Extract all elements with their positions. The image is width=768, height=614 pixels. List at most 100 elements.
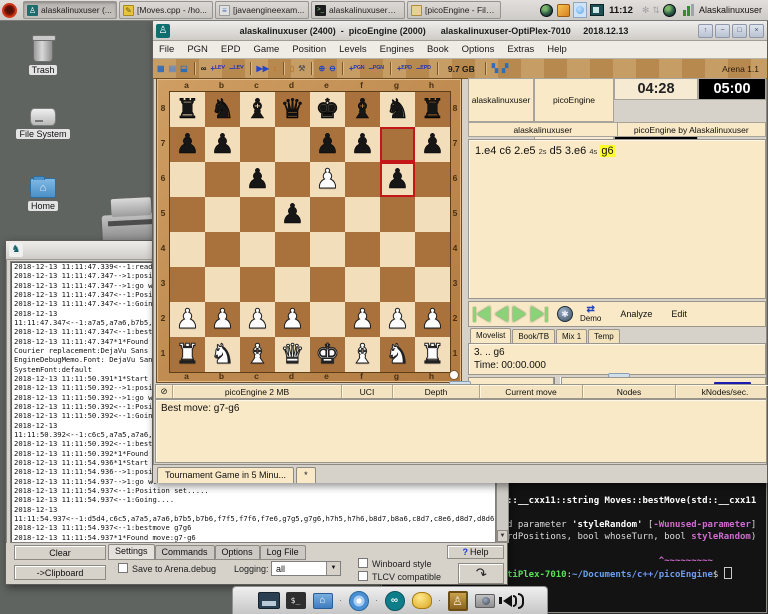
chess-board[interactable]: abcdefgh abcdefgh 87654321 87654321 ♜♞♝♛… (156, 78, 462, 383)
menu-pgn[interactable]: PGN (187, 44, 208, 55)
close-button[interactable]: × (749, 24, 764, 38)
plus-pgn-icon[interactable]: +ᴾᴳᴺ (349, 65, 365, 73)
square-b8[interactable]: ♞ (205, 92, 240, 127)
previous-move-button[interactable] (495, 304, 508, 324)
debug-tab-commands[interactable]: Commands (155, 545, 215, 560)
black-pawn-piece[interactable]: ♟ (175, 127, 199, 162)
square-a4[interactable] (170, 232, 205, 267)
square-h2[interactable]: ♟ (415, 302, 450, 337)
checkbox-icon[interactable] (358, 558, 368, 568)
dock-terminal-icon[interactable]: $_ (285, 590, 307, 612)
black-rook-piece[interactable]: ♜ (175, 92, 199, 127)
debug-tab-log-file[interactable]: Log File (260, 545, 306, 560)
move-list[interactable]: 1.e4 c6 2.e5 2s d5 3.e6 4s g6 (468, 139, 766, 299)
square-e5[interactable] (310, 197, 345, 232)
first-move-button[interactable] (473, 304, 490, 324)
menu-engines[interactable]: Engines (380, 44, 414, 55)
square-f7[interactable]: ♟ (345, 127, 380, 162)
square-f1[interactable]: ♝ (345, 337, 380, 372)
tab-temp[interactable]: Temp (588, 329, 620, 343)
taskbar-window-button[interactable]: [picoEngine - File ... (407, 1, 501, 19)
help-button[interactable]: ?Help (447, 545, 504, 559)
redo-arrow-button[interactable]: ↷ (458, 563, 504, 584)
square-c8[interactable]: ♝ (240, 92, 275, 127)
black-pawn-piece[interactable]: ♟ (420, 127, 444, 162)
taskbar-window-button[interactable]: >_alaskalinuxuser@... (311, 1, 405, 19)
square-a7[interactable]: ♟ (170, 127, 205, 162)
globe-icon[interactable] (539, 3, 553, 17)
menu-epd[interactable]: EPD (221, 44, 241, 55)
square-d2[interactable]: ♟ (275, 302, 310, 337)
checkbox-icon[interactable] (358, 571, 368, 581)
clock[interactable]: 11:12 (609, 5, 633, 16)
black-pawn-piece[interactable]: ♟ (280, 197, 304, 232)
square-h4[interactable] (415, 232, 450, 267)
board-squares[interactable]: ♜♞♝♛♚♝♞♜♟♟♟♟♟♟♟♟♟♟♟♟♟♟♟♟♜♞♝♛♚♝♞♜ (169, 91, 451, 373)
square-c5[interactable] (240, 197, 275, 232)
dock-teapot-icon[interactable] (411, 590, 433, 612)
square-c4[interactable] (240, 232, 275, 267)
dock-screenshot-icon[interactable] (474, 590, 496, 612)
taskbar-window-button[interactable]: ✎[Moves.cpp - /ho... (119, 1, 213, 19)
square-b3[interactable] (205, 267, 240, 302)
square-f2[interactable]: ♟ (345, 302, 380, 337)
square-e4[interactable] (310, 232, 345, 267)
autoplay-clock-icon[interactable]: ✱ (557, 306, 573, 322)
dock-arduino-icon[interactable]: ∞ (384, 590, 406, 612)
desktop-icon-file-system[interactable]: File System (8, 108, 78, 139)
taskbar-window-button[interactable]: ≡[javaengineexam... (215, 1, 309, 19)
white-pawn-piece[interactable]: ♟ (245, 302, 269, 337)
square-c1[interactable]: ♝ (240, 337, 275, 372)
square-b6[interactable] (205, 162, 240, 197)
square-b1[interactable]: ♞ (205, 337, 240, 372)
save-icon[interactable]: ⬓ (180, 65, 188, 73)
engine-column-0[interactable]: ⊘ (156, 385, 173, 398)
square-f5[interactable] (345, 197, 380, 232)
engine-column-3[interactable]: Depth (393, 385, 480, 398)
checkbox-icon[interactable] (118, 563, 128, 573)
engine-column-6[interactable]: kNodes/sec. (676, 385, 768, 398)
zoom-in-icon[interactable]: ⊕ (318, 65, 325, 73)
square-g4[interactable] (380, 232, 415, 267)
white-knight-piece[interactable]: ♞ (210, 337, 234, 372)
square-f8[interactable]: ♝ (345, 92, 380, 127)
tlcv-compatible-checkbox[interactable]: TLCV compatible (358, 571, 441, 582)
black-bishop-piece[interactable]: ♝ (245, 92, 269, 127)
square-g6[interactable]: ♟ (380, 162, 415, 197)
square-a6[interactable] (170, 162, 205, 197)
white-bishop-piece[interactable]: ♝ (245, 337, 269, 372)
square-f3[interactable] (345, 267, 380, 302)
app-launcher-icon[interactable] (2, 3, 17, 18)
globe-icon[interactable] (663, 3, 677, 17)
white-pawn-piece[interactable]: ♟ (385, 302, 409, 337)
open-icon[interactable]: ▤ (169, 65, 177, 73)
white-pawn-piece[interactable]: ♟ (210, 302, 234, 337)
menu-position[interactable]: Position (292, 44, 326, 55)
clear-button[interactable]: Clear (14, 545, 106, 560)
menu-game[interactable]: Game (253, 44, 279, 55)
white-pawn-piece[interactable]: ♟ (280, 302, 304, 337)
black-knight-piece[interactable]: ♞ (385, 92, 409, 127)
dock-chromium-icon[interactable] (348, 590, 370, 612)
pager-icon[interactable] (590, 3, 604, 17)
square-b4[interactable] (205, 232, 240, 267)
bluetooth-icon[interactable] (573, 3, 587, 17)
board-icon[interactable]: ▦ (157, 65, 165, 73)
black-pawn-piece[interactable]: ♟ (245, 162, 269, 197)
dock-show-desktop-icon[interactable] (258, 590, 280, 612)
black-queen-piece[interactable]: ♛ (280, 92, 304, 127)
winboard-style-checkbox[interactable]: Winboard style (358, 558, 432, 569)
menu-book[interactable]: Book (427, 44, 449, 55)
dropdown-arrow-icon[interactable]: ▼ (326, 562, 340, 575)
desktop-icon-home[interactable]: ⌂Home (8, 178, 78, 211)
white-pawn-piece[interactable]: ♟ (315, 162, 339, 197)
plus-epd-icon[interactable]: +ᴱᴾᴰ (397, 65, 412, 73)
white-rook-piece[interactable]: ♜ (420, 337, 444, 372)
autoplay-icon[interactable]: ▶▶ (257, 65, 269, 73)
engine-column-1[interactable]: picoEngine 2 MB (173, 385, 342, 398)
save-to-arena-checkbox[interactable]: Save to Arena.debug (118, 563, 216, 574)
menu-levels[interactable]: Levels (339, 44, 366, 55)
square-a2[interactable]: ♟ (170, 302, 205, 337)
square-c6[interactable]: ♟ (240, 162, 275, 197)
white-queen-piece[interactable]: ♛ (280, 337, 304, 372)
